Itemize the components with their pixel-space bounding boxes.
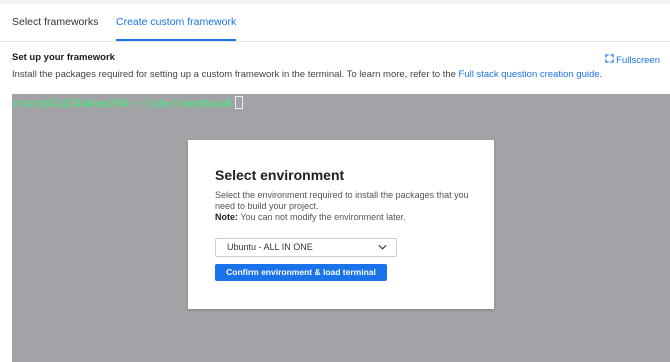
page-title: Set up your framework <box>12 52 115 63</box>
guide-link[interactable]: Full stack question creation guide <box>459 69 600 80</box>
description-text: Install the packages required for settin… <box>12 69 459 80</box>
note-text: You can not modify the environment later… <box>238 212 406 222</box>
environment-select[interactable]: Ubuntu - ALL IN ONE <box>215 238 397 257</box>
chevron-down-icon <box>378 244 387 250</box>
terminal-prompt: root@41d2446ee264:~/ide/sandbox# <box>13 96 244 110</box>
terminal-cursor <box>235 96 244 109</box>
note-label: Note: <box>215 212 238 222</box>
modal-title: Select environment <box>215 167 345 183</box>
modal-description: Select the environment required to insta… <box>215 190 469 211</box>
tab-bar: Select frameworks Create custom framewor… <box>0 4 670 42</box>
select-environment-modal: Select environment Select the environmen… <box>188 140 494 309</box>
fullscreen-label: Fullscreen <box>616 54 660 66</box>
expand-icon <box>605 54 614 66</box>
tab-create-custom-framework[interactable]: Create custom framework <box>116 4 237 41</box>
prompt-text: root@41d2446ee264:~/ide/sandbox# <box>13 97 232 110</box>
confirm-environment-button[interactable]: Confirm environment & load terminal <box>215 264 387 281</box>
environment-select-value: Ubuntu - ALL IN ONE <box>227 242 313 252</box>
tab-select-frameworks[interactable]: Select frameworks <box>12 4 98 40</box>
modal-note: Note: You can not modify the environment… <box>215 212 406 222</box>
description-suffix: . <box>599 69 603 80</box>
page-description: Install the packages required for settin… <box>12 69 602 80</box>
fullscreen-button[interactable]: Fullscreen <box>605 54 660 66</box>
